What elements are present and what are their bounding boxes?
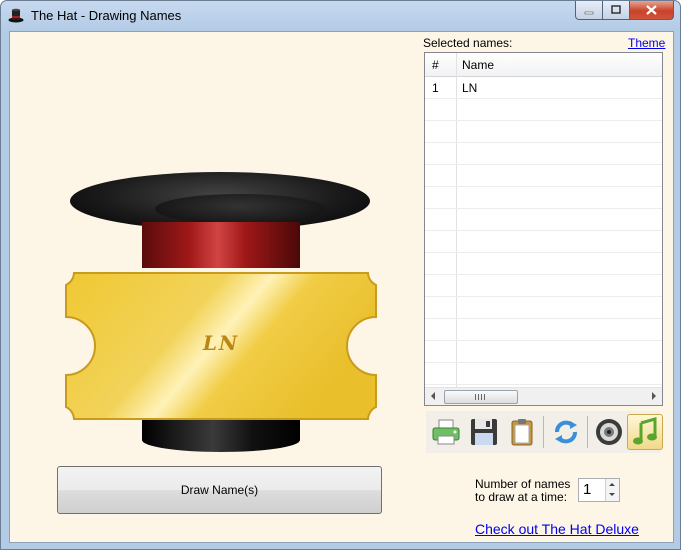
decrement-icon[interactable] [609,493,615,496]
theme-link[interactable]: Theme [628,36,665,50]
selected-names-label: Selected names: [423,36,513,50]
names-count-stepper[interactable]: 1 [578,478,620,502]
music-toggle-button[interactable] [627,414,663,450]
speaker-icon [596,419,622,445]
close-button[interactable] [630,1,674,20]
draw-names-button[interactable]: Draw Name(s) [57,466,382,514]
scroll-grip-icon [475,394,485,400]
music-note-icon [633,417,657,445]
sound-button[interactable] [591,414,627,450]
save-button[interactable] [466,414,502,450]
hat-illustration: LN [50,162,400,452]
app-window: The Hat - Drawing Names LN Draw Name(s) … [0,0,681,550]
caption-buttons [575,1,674,21]
clipboard-icon [511,419,533,446]
title-bar[interactable]: The Hat - Drawing Names [1,1,680,31]
row-number: 1 [432,81,439,95]
maximize-button[interactable] [603,1,630,20]
column-header-number[interactable]: # [432,58,439,72]
deluxe-link[interactable]: Check out The Hat Deluxe [475,521,639,537]
main-panel: LN Draw Name(s) Selected names: Theme # … [9,31,674,543]
minimize-button[interactable] [575,1,603,20]
refresh-icon [555,420,577,444]
minimize-icon [584,11,594,15]
name-ticket: LN [60,267,382,425]
action-toolbar [426,411,663,453]
drawn-name: LN [202,331,240,355]
window-title: The Hat - Drawing Names [31,8,182,23]
grid-header: # Name [425,53,662,77]
top-hat-app-icon [8,8,24,23]
horizontal-scrollbar[interactable] [425,387,662,405]
column-header-name[interactable]: Name [462,58,494,72]
maximize-icon [611,5,621,14]
copy-button[interactable] [504,414,540,450]
names-count-label: Number of names to draw at a time: [475,477,571,504]
print-icon [432,419,460,445]
print-button[interactable] [428,414,464,450]
names-count-value[interactable]: 1 [583,481,591,498]
reset-button[interactable] [548,414,584,450]
row-name: LN [462,81,478,95]
scroll-right-icon[interactable] [652,392,656,400]
save-icon [471,419,497,445]
hat-band [142,222,300,268]
increment-icon[interactable] [609,483,615,486]
selected-names-grid[interactable]: # Name 1 LN [424,52,663,406]
table-row[interactable]: 1 LN [425,77,662,99]
close-icon [646,5,657,15]
scroll-thumb[interactable] [444,390,518,404]
scroll-left-icon[interactable] [431,392,435,400]
